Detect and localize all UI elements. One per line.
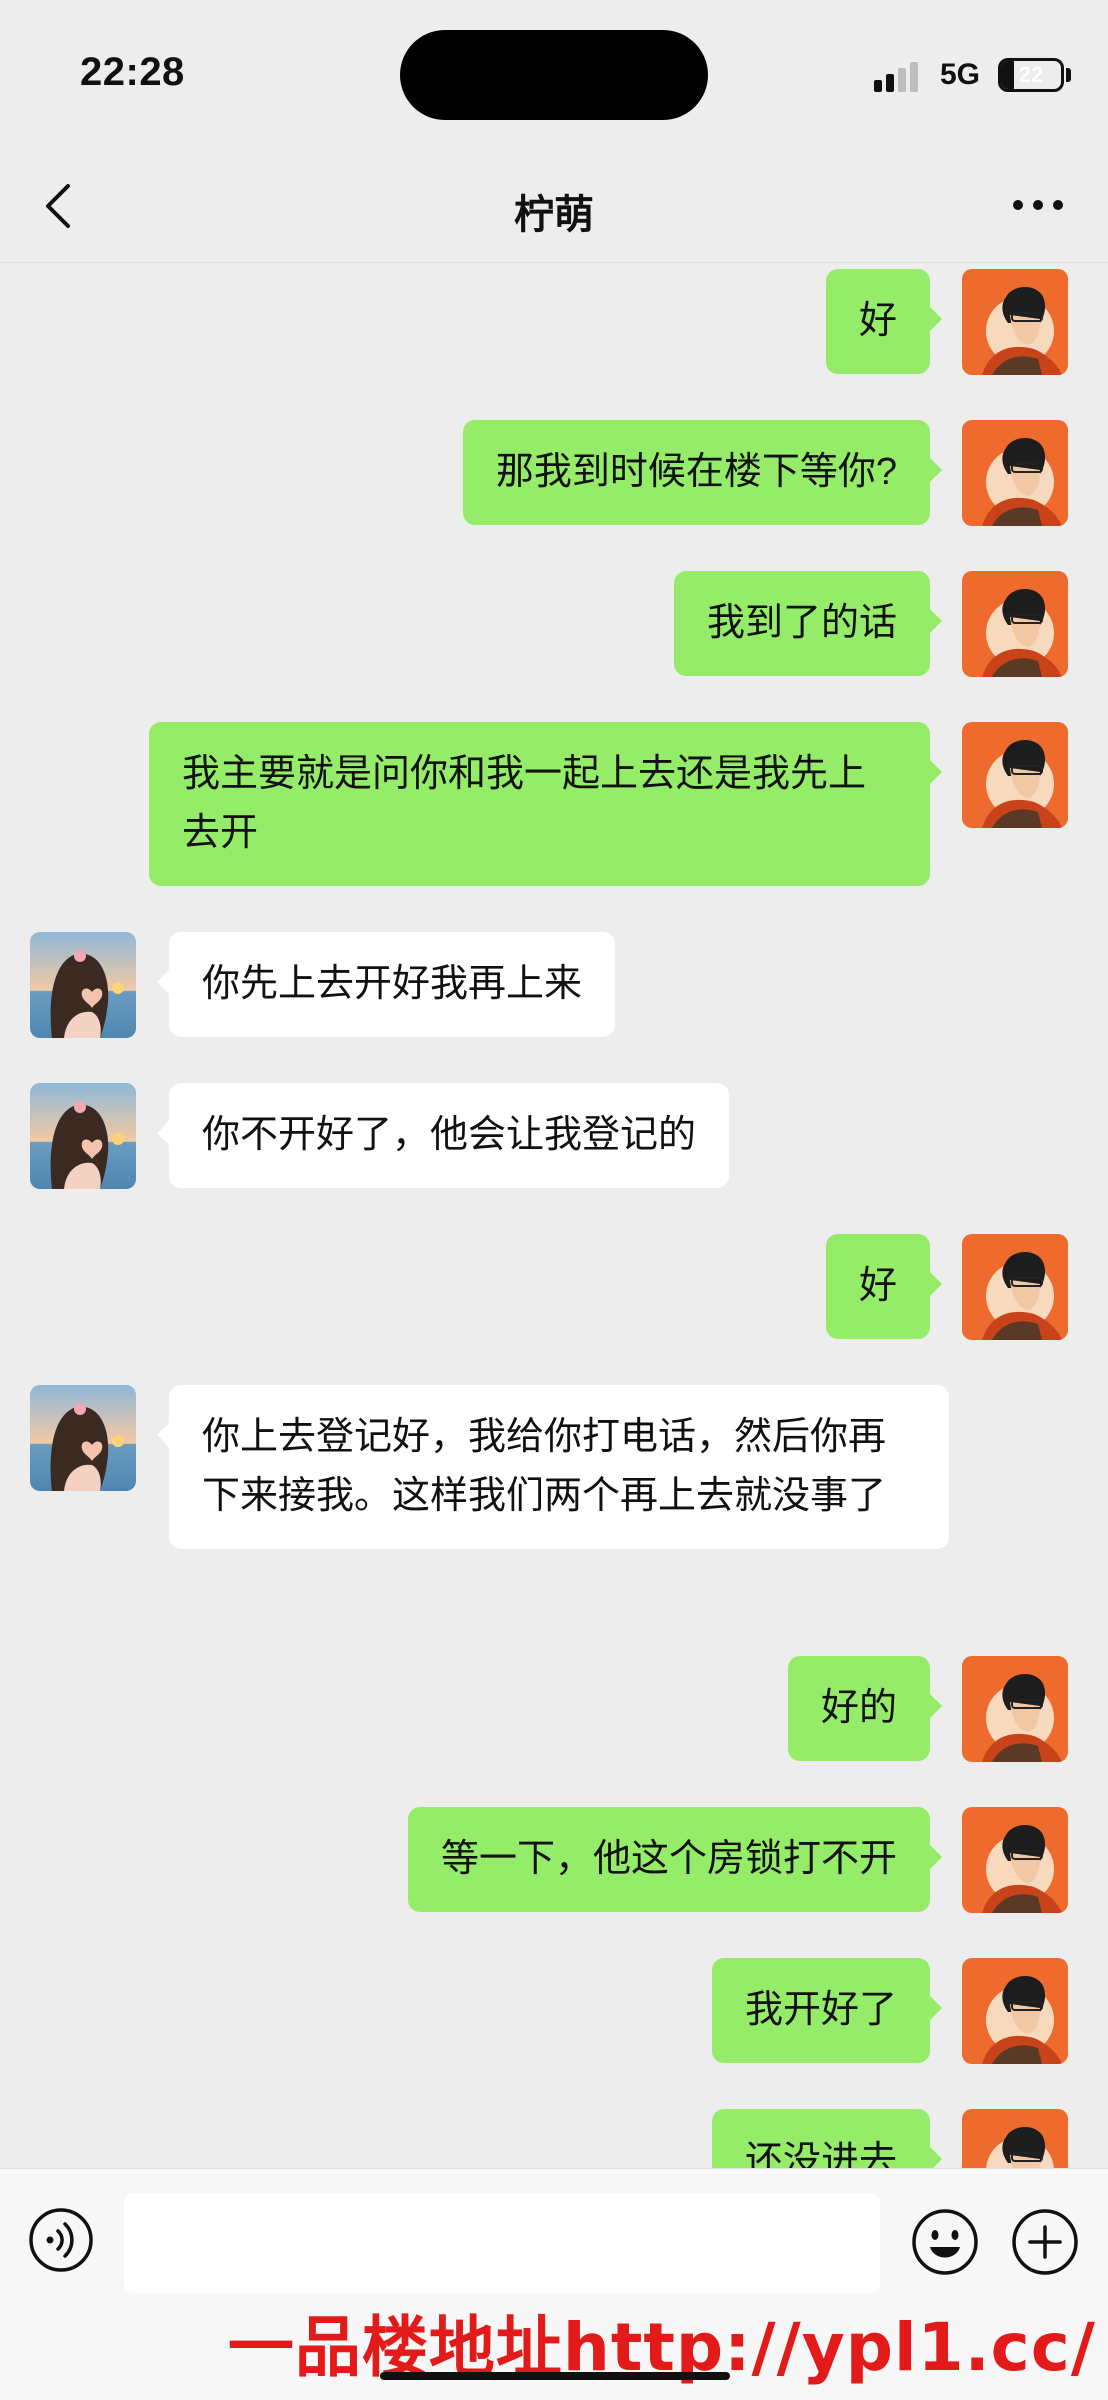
message-bubble[interactable]: 我到了的话 (673, 571, 943, 676)
contact-avatar[interactable] (30, 1385, 136, 1491)
network-type: 5G (940, 58, 981, 91)
message-bubble[interactable]: 你上去登记好，我给你打电话，然后你再下来接我。这样我们两个再上去就没事了 (157, 1385, 949, 1549)
watermark-strike (380, 2372, 730, 2380)
battery-tip (1066, 68, 1071, 82)
my-avatar[interactable] (962, 1958, 1068, 2064)
more-functions-button[interactable] (1010, 2207, 1080, 2277)
battery-level: 22 (1018, 62, 1044, 87)
chat-title: 柠萌 (514, 193, 594, 237)
message-bubble[interactable]: 好的 (787, 1656, 943, 1761)
message-bubble[interactable]: 我主要就是问你和我一起上去还是我先上去开 (149, 722, 942, 886)
my-avatar[interactable] (962, 571, 1068, 677)
my-avatar[interactable] (962, 1807, 1068, 1913)
message-bubble[interactable]: 那我到时候在楼下等你? (462, 420, 943, 525)
message-bubble[interactable]: 你先上去开好我再上来 (156, 932, 616, 1037)
message-bubble[interactable]: 好 (825, 269, 943, 374)
voice-button[interactable] (28, 2207, 94, 2273)
emoji-button[interactable] (910, 2207, 980, 2277)
contact-avatar[interactable] (30, 932, 136, 1038)
message-list[interactable]: 好 那我到时候在楼下等你? 我到了的话 我主要就是问你和我一起上去还是我先上去开… (0, 263, 1108, 2168)
message-bubble[interactable]: 你不开好了，他会让我登记的 (156, 1083, 730, 1188)
message-bubble[interactable]: 好 (825, 1234, 943, 1339)
message-bubble[interactable]: 等一下，他这个房锁打不开 (407, 1807, 943, 1912)
my-avatar[interactable] (962, 1656, 1068, 1762)
status-bar: 22:28 5G 22 (0, 0, 1108, 150)
my-avatar[interactable] (962, 420, 1068, 526)
bottom-area: 一品楼地址http://ypl1.cc/ (0, 2308, 1108, 2400)
my-avatar[interactable] (962, 1234, 1068, 1340)
signal-icon (874, 60, 920, 92)
ellipsis-icon (1013, 200, 1063, 210)
my-avatar[interactable] (962, 269, 1068, 375)
dynamic-island (400, 30, 708, 120)
my-avatar[interactable] (962, 722, 1068, 828)
chat-header: 柠萌 (0, 150, 1108, 263)
message-bubble[interactable]: 还没进去 (711, 2109, 943, 2168)
contact-avatar[interactable] (30, 1083, 136, 1189)
input-bar (0, 2168, 1108, 2309)
voice-icon (29, 2208, 93, 2272)
my-avatar[interactable] (962, 2109, 1068, 2168)
message-bubble[interactable]: 我开好了 (711, 1958, 943, 2063)
status-time: 22:28 (80, 50, 185, 94)
message-input[interactable] (124, 2193, 880, 2293)
battery-icon: 22 (998, 58, 1064, 92)
emoji-icon (912, 2209, 978, 2275)
more-button[interactable] (1008, 190, 1068, 220)
plus-circle-icon (1012, 2209, 1078, 2275)
